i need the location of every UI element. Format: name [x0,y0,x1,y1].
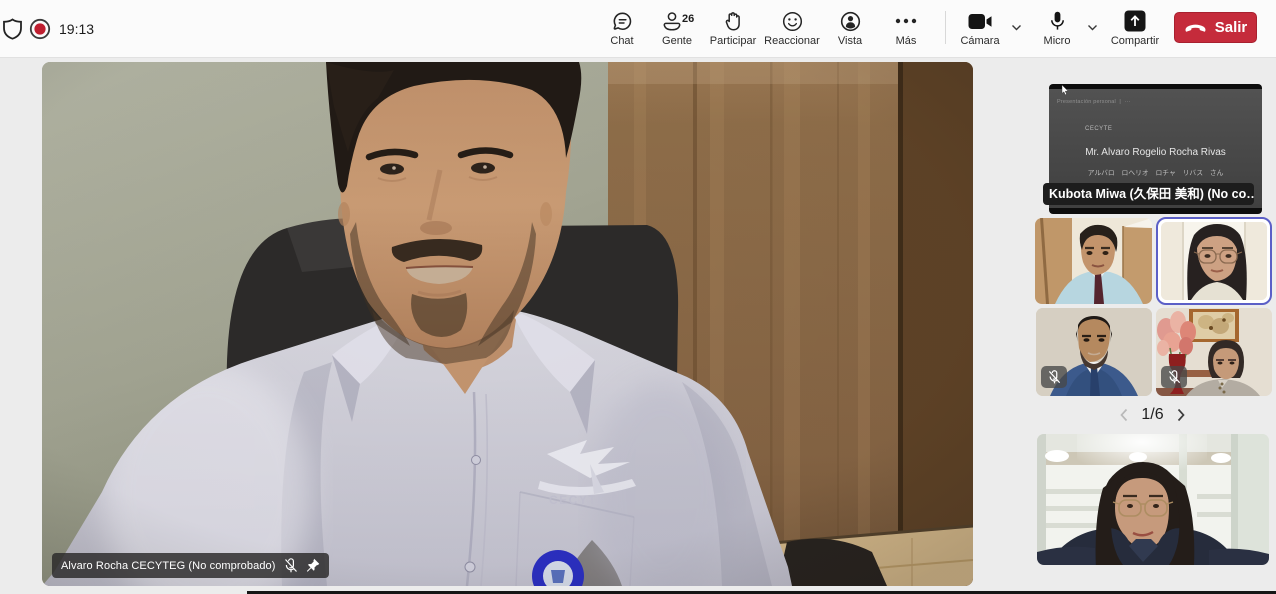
svg-text:26: 26 [682,13,694,25]
